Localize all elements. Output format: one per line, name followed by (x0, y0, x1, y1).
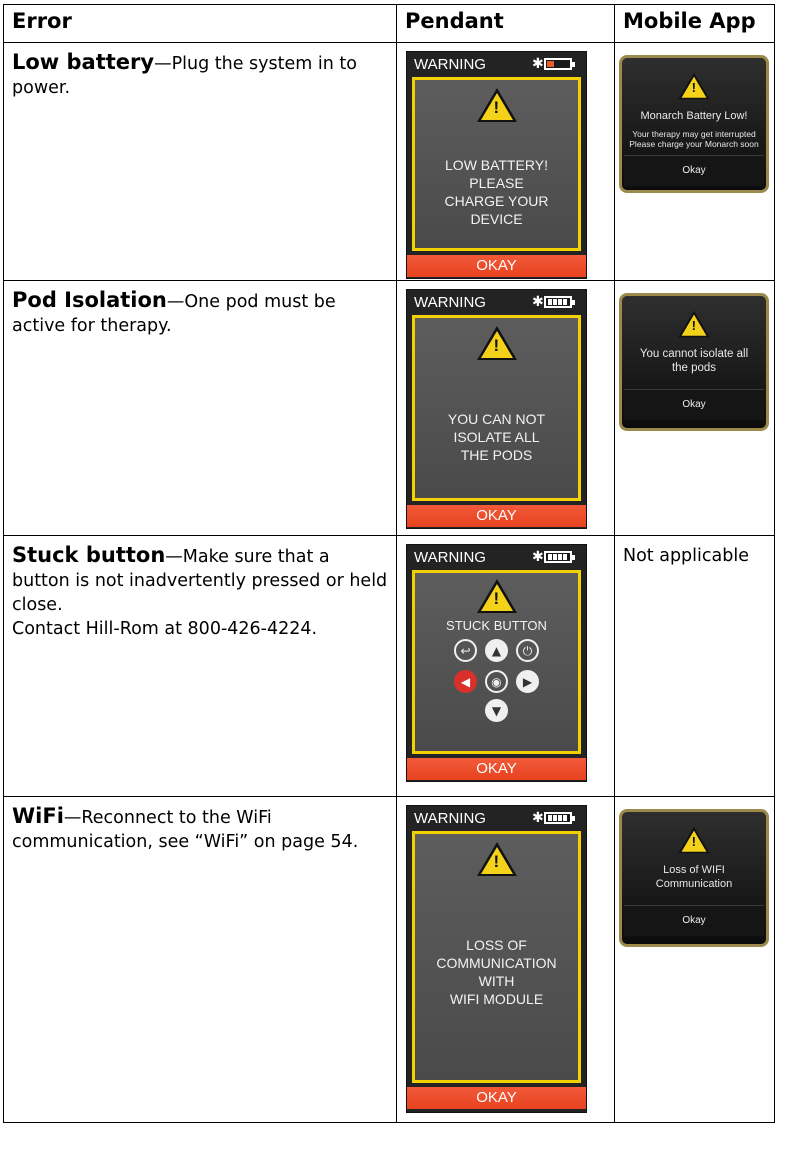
error-cell: Low battery—Plug the system in to power. (3, 42, 397, 281)
warning-icon: ! (678, 826, 710, 854)
pendant-screen: WARNING ✱ ! YOU CAN NOT ISOLATE ALL THE … (406, 289, 587, 529)
mobile-dialog: ! You cannot isolate all the pods Okay (619, 293, 769, 431)
table-row: Low battery—Plug the system in to power.… (3, 42, 775, 281)
error-text: —Reconnect to the WiFi communication, se… (12, 808, 359, 852)
mobile-cell: Not applicable (614, 535, 775, 797)
left-arrow-icon: ◀ (454, 670, 477, 693)
battery-full-icon (544, 551, 575, 563)
header-pendant: Pendant (396, 4, 615, 43)
error-contact: Contact Hill-Rom at 800-426-4224. (12, 619, 318, 639)
pendant-warning-label: WARNING (414, 810, 486, 827)
pendant-warning-label: WARNING (414, 56, 486, 73)
pendant-cell: WARNING ✱ ! LOW BATTERY! PLEASE CHARGE Y… (396, 42, 615, 281)
pendant-message-panel: ! LOSS OF COMMUNICATION WITH WIFI MODULE (412, 831, 581, 1083)
pendant-status-bar: WARNING ✱ (407, 806, 586, 831)
warning-icon: ! (678, 72, 710, 100)
error-title: Stuck button (12, 543, 166, 567)
bluetooth-icon: ✱ (532, 55, 544, 71)
pendant-screen: WARNING ✱ ! LOW BATTERY! PLEASE CHARGE Y… (406, 51, 587, 279)
pendant-screen: WARNING ✱ ! LOSS OF COMMUNICATION WITH W… (406, 805, 587, 1113)
header-mobile-app: Mobile App (614, 4, 775, 43)
pendant-message: YOU CAN NOT ISOLATE ALL THE PODS (447, 411, 546, 463)
pendant-status-bar: WARNING ✱ (407, 545, 586, 570)
pendant-cell: WARNING ✱ ! YOU CAN NOT ISOLATE ALL THE … (396, 280, 615, 536)
not-applicable-text: Not applicable (623, 546, 749, 566)
mobile-dialog-title: Monarch Battery Low! (640, 110, 748, 122)
pendant-message-panel: ! STUCK BUTTON ↩ ▲ ⏻ ◀ ◉ ▶ ▼ (412, 570, 581, 754)
error-description: Stuck button—Make sure that a button is … (4, 536, 396, 641)
error-cell: Stuck button—Make sure that a button is … (3, 535, 397, 797)
up-arrow-icon: ▲ (485, 639, 508, 662)
pendant-cell: WARNING ✱ ! STUCK BUTTON ↩ ▲ ⏻ ◀ ◉ ▶ ▼ O… (396, 535, 615, 797)
pendant-message: LOSS OF COMMUNICATION WITH WIFI MODULE (436, 937, 557, 1007)
back-icon: ↩ (454, 639, 477, 662)
table-row: Stuck button—Make sure that a button is … (3, 535, 775, 797)
mobile-dialog-title: You cannot isolate all the pods (639, 348, 749, 374)
error-title: WiFi (12, 804, 64, 828)
pendant-status-bar: WARNING ✱ (407, 290, 586, 315)
warning-icon: ! (476, 88, 517, 122)
pendant-warning-label: WARNING (414, 549, 486, 566)
button-icons-row-1: ↩ ▲ ⏻ (415, 639, 578, 662)
header-error: Error (3, 4, 397, 43)
pendant-okay-button[interactable]: OKAY (407, 1087, 586, 1109)
error-description: Pod Isolation—One pod must be active for… (4, 281, 396, 338)
mobile-okay-button[interactable]: Okay (624, 905, 764, 936)
pendant-okay-button[interactable]: OKAY (407, 255, 586, 277)
header-row: Error Pendant Mobile App (3, 4, 775, 43)
pendant-message: LOW BATTERY! PLEASE CHARGE YOUR DEVICE (444, 157, 549, 227)
right-arrow-icon: ▶ (516, 670, 539, 693)
power-icon: ⏻ (516, 639, 539, 662)
mobile-cell: ! You cannot isolate all the pods Okay (614, 280, 775, 536)
error-title: Pod Isolation (12, 288, 167, 312)
mobile-cell: ! Monarch Battery Low! Your therapy may … (614, 42, 775, 281)
mobile-okay-button[interactable]: Okay (624, 155, 764, 186)
mobile-dialog-subtext: Your therapy may get interrupted Please … (629, 129, 759, 149)
pendant-okay-button[interactable]: OKAY (407, 505, 586, 527)
mobile-okay-button[interactable]: Okay (624, 389, 764, 420)
table-row: WiFi—Reconnect to the WiFi communication… (3, 796, 775, 1123)
pendant-warning-label: WARNING (414, 294, 486, 311)
battery-low-icon (544, 58, 575, 70)
pendant-message-panel: ! LOW BATTERY! PLEASE CHARGE YOUR DEVICE (412, 77, 581, 251)
pendant-message-panel: ! YOU CAN NOT ISOLATE ALL THE PODS (412, 315, 581, 501)
error-description: WiFi—Reconnect to the WiFi communication… (4, 797, 396, 854)
warning-icon: ! (476, 579, 517, 613)
pendant-message: STUCK BUTTON (446, 618, 547, 633)
center-button-icon: ◉ (485, 670, 508, 693)
error-cell: WiFi—Reconnect to the WiFi communication… (3, 796, 397, 1123)
bluetooth-icon: ✱ (532, 293, 544, 309)
warning-icon: ! (678, 310, 710, 338)
button-icons-row-3: ▼ (415, 699, 578, 722)
pendant-status-bar: WARNING ✱ (407, 52, 586, 77)
pendant-screen: WARNING ✱ ! STUCK BUTTON ↩ ▲ ⏻ ◀ ◉ ▶ ▼ O… (406, 544, 587, 782)
warning-icon: ! (476, 326, 517, 360)
table-row: Pod Isolation—One pod must be active for… (3, 280, 775, 536)
down-arrow-icon: ▼ (485, 699, 508, 722)
mobile-dialog: ! Loss of WIFI Communication Okay (619, 809, 769, 947)
mobile-dialog-title: Loss of WIFI Communication (655, 864, 733, 890)
bluetooth-icon: ✱ (532, 809, 544, 825)
pendant-cell: WARNING ✱ ! LOSS OF COMMUNICATION WITH W… (396, 796, 615, 1123)
bluetooth-icon: ✱ (532, 548, 544, 564)
pendant-okay-button[interactable]: OKAY (407, 758, 586, 780)
error-description: Low battery—Plug the system in to power. (4, 43, 396, 100)
battery-full-icon (544, 296, 575, 308)
error-table: Error Pendant Mobile App Low battery—Plu… (3, 4, 775, 1123)
mobile-cell: ! Loss of WIFI Communication Okay (614, 796, 775, 1123)
button-icons-row-2: ◀ ◉ ▶ (415, 670, 578, 693)
error-cell: Pod Isolation—One pod must be active for… (3, 280, 397, 536)
error-title: Low battery (12, 50, 155, 74)
battery-full-icon (544, 812, 575, 824)
warning-icon: ! (476, 842, 517, 876)
mobile-dialog: ! Monarch Battery Low! Your therapy may … (619, 55, 769, 193)
